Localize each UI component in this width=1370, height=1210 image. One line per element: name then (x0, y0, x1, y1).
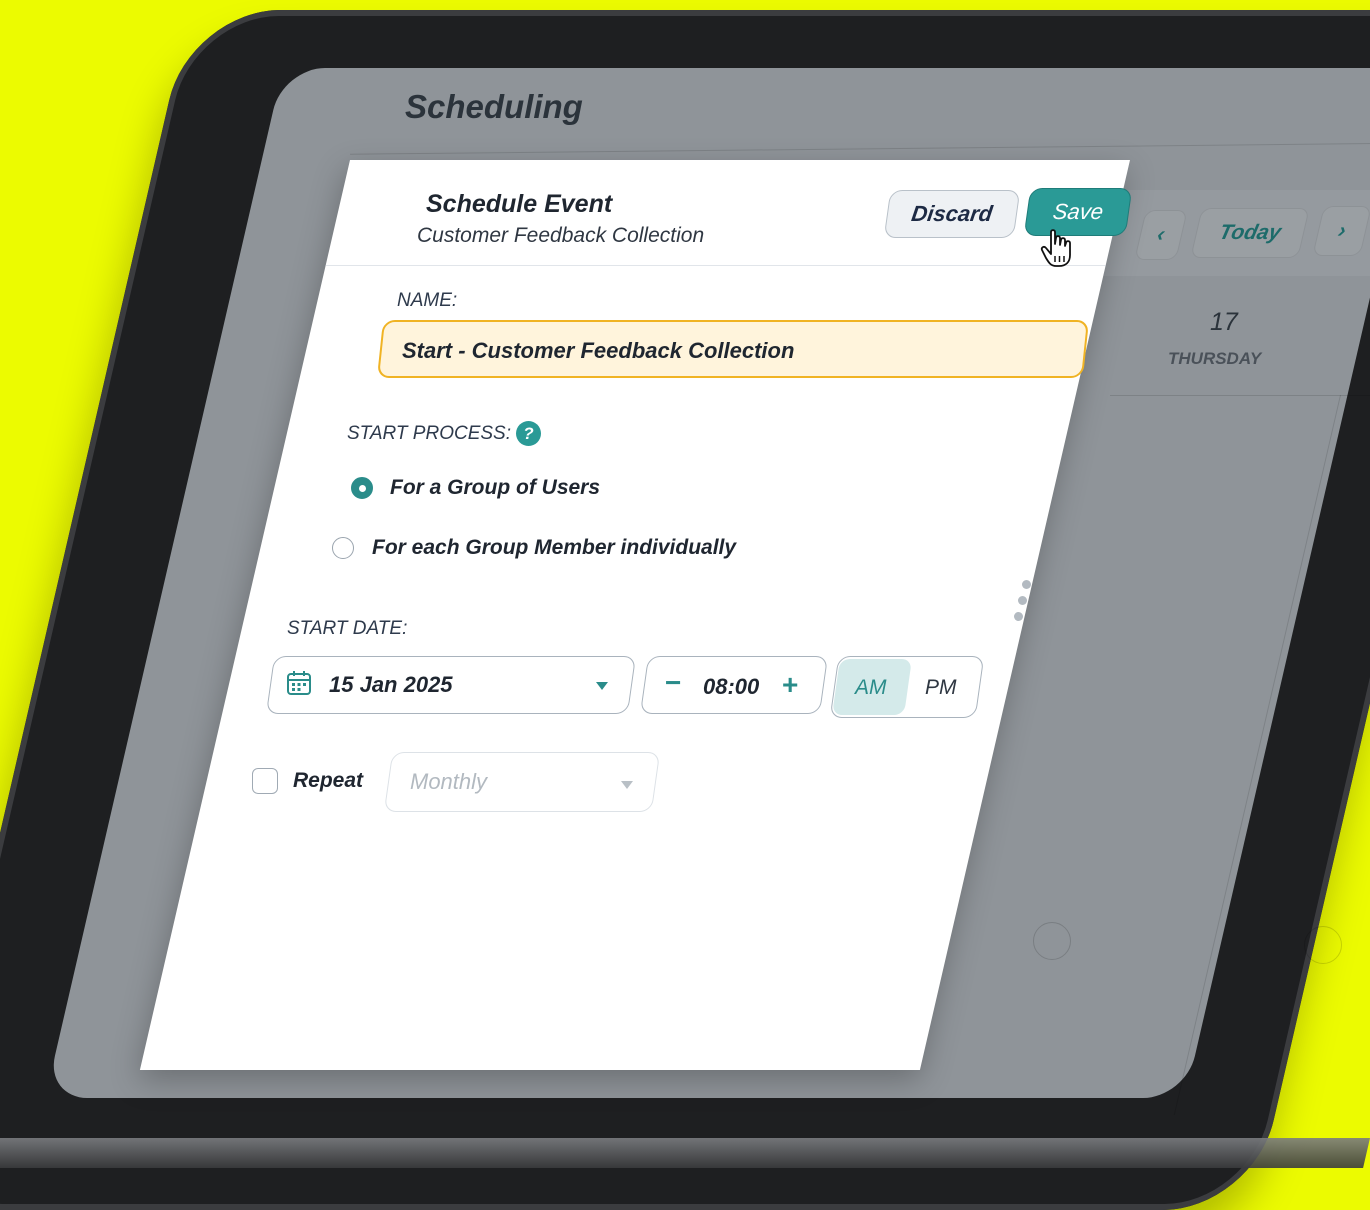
kebab-dot (1014, 612, 1023, 621)
kebab-dot (1022, 580, 1031, 589)
tablet-bezel-bottom (0, 1138, 1370, 1168)
chevron-down-icon (596, 682, 608, 690)
day-number: 17 (1210, 308, 1238, 336)
radio-group-of-users[interactable] (351, 477, 373, 499)
date-value: 15 Jan 2025 (329, 672, 453, 697)
page-title: Scheduling (405, 88, 583, 125)
start-process-label: START PROCESS: (347, 423, 511, 444)
name-field-value: Start - Customer Feedback Collection (402, 338, 795, 363)
chevron-right-icon: › (1335, 219, 1349, 242)
calendar-slot-marker (1033, 922, 1071, 960)
calendar-slot-marker (1304, 926, 1342, 964)
start-date-label: START DATE: (287, 618, 408, 639)
help-icon[interactable]: ? (516, 421, 541, 446)
today-button[interactable]: Today (1190, 208, 1310, 258)
option-each-member-label[interactable]: For each Group Member individually (372, 536, 736, 560)
hand-cursor-icon (1040, 229, 1071, 267)
radio-each-member[interactable] (332, 537, 354, 559)
name-label: NAME: (397, 290, 458, 311)
day-name: THURSDAY (1168, 349, 1262, 368)
discard-button[interactable]: Discard (883, 190, 1021, 238)
chevron-left-icon: ‹ (1154, 223, 1168, 246)
am-option[interactable]: AM (855, 676, 887, 700)
dialog-subtitle: Customer Feedback Collection (417, 224, 705, 247)
repeat-label[interactable]: Repeat (293, 769, 363, 793)
pm-option[interactable]: PM (925, 676, 957, 700)
time-value: 08:00 (703, 674, 760, 699)
plus-icon[interactable]: + (782, 669, 798, 701)
repeat-checkbox[interactable] (252, 768, 278, 794)
calendar-icon (287, 671, 311, 695)
dialog-header-divider (325, 265, 1106, 266)
kebab-dot (1018, 596, 1027, 605)
chevron-down-icon (621, 781, 633, 789)
minus-icon[interactable]: − (665, 667, 681, 699)
day-header-divider (1110, 395, 1370, 396)
dialog-title: Schedule Event (426, 190, 613, 218)
option-group-of-users-label[interactable]: For a Group of Users (390, 476, 600, 500)
repeat-frequency-value: Monthly (410, 769, 488, 794)
